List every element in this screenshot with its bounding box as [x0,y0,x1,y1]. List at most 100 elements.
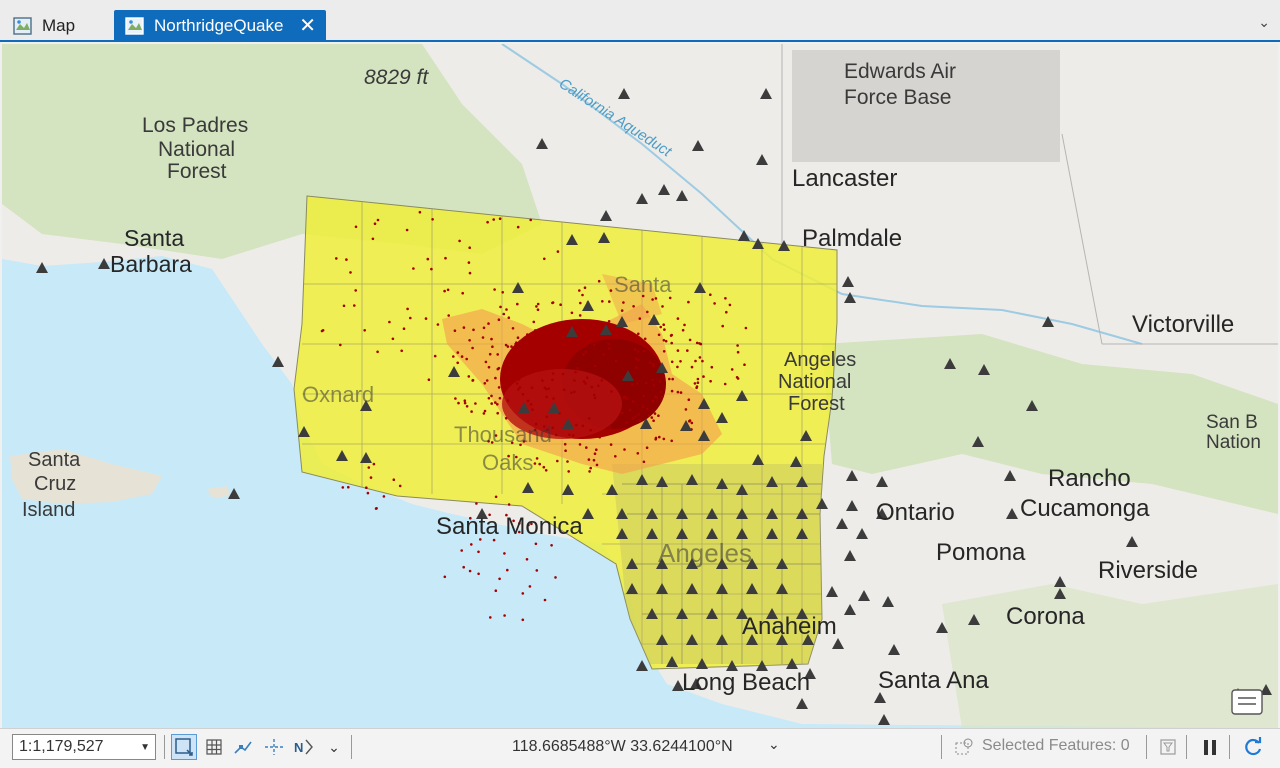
quake-point [654,297,658,300]
quake-point [462,565,466,569]
quake-point [460,549,464,552]
quake-point [652,419,655,423]
refresh-button[interactable] [1240,734,1266,760]
grid-button[interactable] [201,734,227,760]
quake-point [418,210,422,214]
divider [351,735,352,759]
scale-combo[interactable]: 1:1,179,527 ▼ [12,734,156,760]
quake-point [578,343,582,346]
quake-point [676,365,679,369]
chevron-down-icon[interactable]: ⌄ [321,734,347,760]
scale-value: 1:1,179,527 [19,738,104,755]
quake-point [713,302,716,305]
tab-northridgequake[interactable]: NorthridgeQuake ✕ [114,10,326,42]
quake-point [595,448,598,452]
quake-point [461,291,465,295]
quake-point [590,385,594,389]
quake-point [486,220,489,224]
quake-point [609,289,613,292]
selection-icon[interactable] [951,734,977,760]
quake-point [456,361,460,365]
quake-point [493,288,496,291]
quake-point [632,305,635,308]
map-view[interactable]: 8829 ft California Aqueduct Edwards Air … [2,44,1278,728]
north-arrow-button[interactable]: N [291,734,317,760]
quake-point [483,409,487,413]
map-canvas[interactable]: 8829 ft California Aqueduct Edwards Air … [2,44,1278,728]
label-elevation: 8829 ft [364,66,429,89]
quake-point [621,411,624,415]
quake-point [555,337,558,340]
quake-point [593,330,597,334]
quake-point [556,459,559,463]
pause-icon [1204,740,1216,755]
quake-point [642,394,645,398]
quake-point [354,289,358,292]
quake-point [470,543,473,546]
quake-point [498,217,502,220]
quake-point [460,355,464,358]
label-oaks: Oaks [482,450,533,475]
quake-point [494,376,497,380]
selection-glyph [955,738,973,755]
quake-point [516,336,520,340]
quake-point [494,401,497,404]
quake-point [426,257,430,261]
map-notes-icon[interactable] [1231,689,1263,715]
quake-point [560,355,564,359]
quake-point [497,386,501,389]
quake-point [487,365,491,369]
quake-point [743,363,746,367]
quake-point [614,455,617,458]
quake-point [477,550,480,554]
north-arrow-icon: N [294,739,313,755]
quake-point [679,360,682,363]
snapping-button[interactable] [231,734,257,760]
quake-point [587,417,591,420]
quake-point [562,388,566,392]
filter-button[interactable] [1155,734,1181,760]
label-riverside: Riverside [1098,557,1198,584]
quake-point [490,337,493,341]
tab-map[interactable]: Map [2,10,112,42]
quake-point [607,320,611,323]
quake-point [710,365,714,369]
quake-point [730,368,734,371]
fixed-zoom-button[interactable] [171,734,197,760]
pause-drawing-button[interactable] [1197,734,1223,760]
triangle-marker[interactable] [228,488,240,499]
quake-point [597,384,600,388]
quake-point [662,338,666,342]
quake-point [497,318,501,322]
quake-point [636,452,640,455]
quake-point [625,397,629,400]
quake-point [676,349,680,352]
quake-point [571,434,575,437]
chevron-down-icon[interactable]: ⌄ [1258,14,1270,31]
quake-point [452,355,455,358]
label-ontario: Ontario [876,499,955,526]
quake-point [382,495,386,498]
close-icon[interactable]: ✕ [293,16,316,36]
quake-point [721,324,724,328]
quake-point [508,383,512,387]
quake-point [696,381,700,385]
quake-point [504,343,508,347]
map-icon [125,17,144,35]
quake-point [503,614,506,617]
quake-point [502,312,506,316]
quake-point [447,314,451,317]
guides-button[interactable] [261,734,287,760]
quake-point [728,303,732,307]
label-oxnard: Oxnard [302,382,374,407]
quake-point [658,380,662,383]
label-angeles-3: Forest [788,393,845,415]
quake-point [620,309,624,312]
chevron-down-icon[interactable]: ⌄ [768,736,780,753]
quake-point [551,378,554,382]
quake-point [557,342,560,346]
quake-point [696,377,700,381]
quake-point [573,390,576,394]
triangle-marker[interactable] [636,660,648,671]
quake-point [564,449,567,453]
